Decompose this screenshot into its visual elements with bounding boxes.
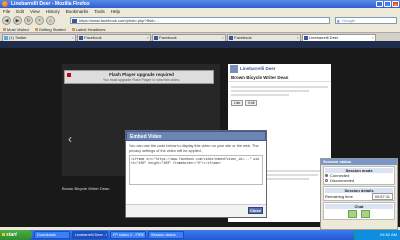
menu-history[interactable]: History <box>46 8 60 15</box>
tab-facebook-2[interactable]: Facebook × <box>152 34 226 41</box>
embed-video-dialog: Embed Video You can use the code below t… <box>125 130 267 218</box>
search-input[interactable]: g Google <box>335 17 397 24</box>
taskbar-item-downloads[interactable]: Downloads <box>34 231 70 239</box>
bookmark-latest-headlines[interactable]: Latest Headlines <box>72 26 106 32</box>
previous-arrow-icon[interactable]: ‹ <box>68 132 72 146</box>
navigation-toolbar: ◀ ▶ ↻ × ⌂ https://www.facebook.com/photo… <box>0 15 400 26</box>
radio-unselected-icon <box>325 179 328 182</box>
minimize-button[interactable]: _ <box>376 1 383 7</box>
facebook-top-bar <box>0 41 400 48</box>
tab-label: Facebook <box>84 35 102 40</box>
close-window-button[interactable]: × <box>392 1 399 7</box>
home-icon[interactable]: ⌂ <box>46 16 55 25</box>
url-bar[interactable]: https://www.facebook.com/photo.php?fbid=… <box>70 17 330 24</box>
tab-strip: (1) Twitter × Facebook × Facebook × Face… <box>0 33 400 41</box>
taskbar-item-fp-status[interactable]: FP status 2 - FIRE... <box>110 231 146 239</box>
window-title-bar: Linebarrelli Deer - Mozilla Firefox _ □ … <box>0 0 400 8</box>
flash-title: Flash Player upgrade required <box>109 72 174 77</box>
embed-code-textarea[interactable]: <iframe src="https://www.facebook.com/vi… <box>129 155 263 185</box>
session-status-window: Session status Session mode Connected Di… <box>320 158 398 230</box>
menu-tools[interactable]: Tools <box>94 8 105 15</box>
photo-description <box>228 82 331 100</box>
tab-linebarrelli-deer[interactable]: Linebarrelli Deer × <box>302 34 376 41</box>
facebook-favicon-icon <box>72 19 77 23</box>
flash-upgrade-notice: Flash Player upgrade required You must u… <box>64 70 214 84</box>
page-header: Linebarrelli Deer <box>228 64 331 74</box>
stop-icon[interactable]: × <box>35 16 44 25</box>
firefox-icon <box>2 1 8 7</box>
disconnected-label: Disconnected <box>330 178 355 183</box>
window-title: Linebarrelli Deer - Mozilla Firefox <box>11 1 90 7</box>
tab-label: Linebarrelli Deer <box>309 35 339 40</box>
disconnected-radio[interactable]: Disconnected <box>325 178 393 183</box>
chat-user-icon[interactable] <box>361 210 370 218</box>
forward-icon[interactable]: ▶ <box>13 16 22 25</box>
menu-file[interactable]: File <box>3 8 10 15</box>
facebook-favicon-icon <box>304 36 308 40</box>
radio-selected-icon <box>325 174 328 177</box>
clock: 04:52 AM <box>380 232 397 237</box>
facebook-favicon-icon <box>154 36 158 40</box>
facebook-favicon-icon <box>229 36 233 40</box>
system-tray: 04:52 AM <box>354 230 400 240</box>
taskbar-item-session-status[interactable]: Session status <box>148 231 184 239</box>
start-button[interactable]: start <box>0 230 32 240</box>
photo-title: Brown Bicycle Writer Dean <box>228 74 331 82</box>
flash-icon <box>67 73 71 77</box>
chat-icon[interactable] <box>348 210 357 218</box>
menu-edit[interactable]: Edit <box>16 8 24 15</box>
bookmark-getting-started[interactable]: Getting Started <box>35 26 66 32</box>
menu-bookmarks[interactable]: Bookmarks <box>66 8 89 15</box>
session-mode-section: Session mode Connected Disconnected <box>323 166 395 185</box>
tab-twitter[interactable]: (1) Twitter × <box>2 34 76 41</box>
search-placeholder: Google <box>342 18 355 23</box>
flash-text: You must upgrade Flash Player to view th… <box>102 78 181 82</box>
chat-heading: Chat <box>325 204 393 209</box>
taskbar-item-firefox[interactable]: Linebarrelli Deer - Mo... <box>72 231 108 239</box>
dialog-description: You can use the code below to display th… <box>129 144 259 153</box>
tab-label: Facebook <box>159 35 177 40</box>
dialog-footer <box>126 204 266 217</box>
session-details-section: Session details Remaining time 00:57:11 <box>323 186 395 201</box>
reload-icon[interactable]: ↻ <box>24 16 33 25</box>
menu-view[interactable]: View <box>30 8 40 15</box>
close-button[interactable]: Close <box>248 207 263 214</box>
menu-bar: File Edit View History Bookmarks Tools H… <box>0 8 400 15</box>
maximize-button[interactable]: □ <box>384 1 391 7</box>
facebook-favicon-icon <box>79 36 83 40</box>
remaining-time-value: 00:57:11 <box>371 192 393 200</box>
like-button[interactable]: Like <box>231 100 244 106</box>
menu-help[interactable]: Help <box>111 8 120 15</box>
bookmarks-toolbar: Most Visited Getting Started Latest Head… <box>0 26 400 33</box>
twitter-favicon-icon <box>4 36 8 40</box>
tab-label: Facebook <box>234 35 252 40</box>
tab-facebook-1[interactable]: Facebook × <box>77 34 151 41</box>
bookmark-most-visited[interactable]: Most Visited <box>3 26 29 32</box>
photo-caption: Brown Bicycle Writer Dean <box>62 186 110 191</box>
dialog-title: Embed Video <box>126 131 266 141</box>
sponsored-text <box>264 168 328 182</box>
back-icon[interactable]: ◀ <box>2 16 11 25</box>
avatar[interactable] <box>230 65 238 73</box>
tab-label: (1) Twitter <box>9 35 27 40</box>
session-window-title: Session status <box>321 159 397 165</box>
tab-facebook-3[interactable]: Facebook × <box>227 34 301 41</box>
page-name[interactable]: Linebarrelli Deer <box>240 66 276 71</box>
taskbar: start Downloads Linebarrelli Deer - Mo..… <box>0 230 400 240</box>
google-icon: g <box>337 18 340 23</box>
chat-section: Chat <box>323 202 395 220</box>
url-text: https://www.facebook.com/photo.php?fbid=… <box>79 18 159 23</box>
remaining-time-label: Remaining time <box>325 193 353 199</box>
edit-button[interactable]: Edit <box>245 100 258 106</box>
